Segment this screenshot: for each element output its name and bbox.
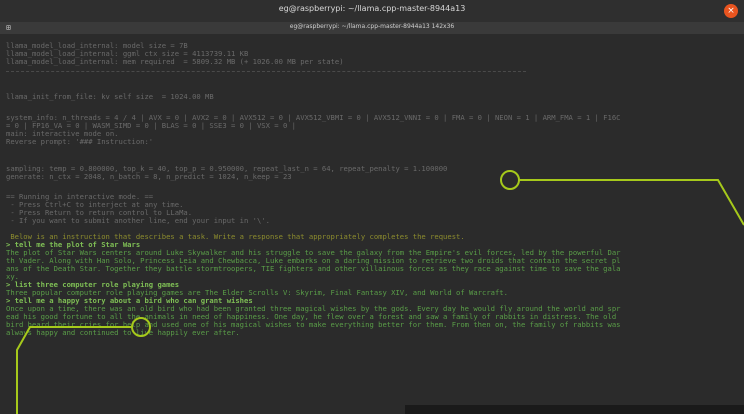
window-titlebar[interactable]: eg@raspberrypi: ~/llama.cpp-master-8944a… [0, 0, 744, 22]
terminal-line: Reverse prompt: '### Instruction:' [6, 137, 154, 146]
window-title: eg@raspberrypi: ~/llama.cpp-master-8944a… [278, 4, 466, 13]
tab-title: eg@raspberrypi: ~/llama.cpp-master-8944a… [289, 23, 455, 30]
separator [6, 71, 526, 72]
overlay-panel [405, 405, 744, 414]
close-button[interactable]: × [724, 4, 738, 18]
terminal-tab-bar: ⊞ eg@raspberrypi: ~/llama.cpp-master-894… [0, 22, 744, 34]
terminal-line: - If you want to submit another line, en… [6, 216, 270, 225]
response-line: always happy and continued to live happi… [6, 328, 240, 337]
response-line: ans of the Death Star. Together they bat… [6, 264, 621, 273]
terminal-output[interactable]: llama_model_load_internal: model size = … [6, 38, 740, 414]
terminal-line: llama_init_from_file: kv self size = 102… [6, 92, 214, 101]
terminal-line: llama_model_load_internal: mem required … [6, 57, 344, 66]
terminal-line: generate: n_ctx = 2048, n_batch = 8, n_p… [6, 172, 292, 181]
